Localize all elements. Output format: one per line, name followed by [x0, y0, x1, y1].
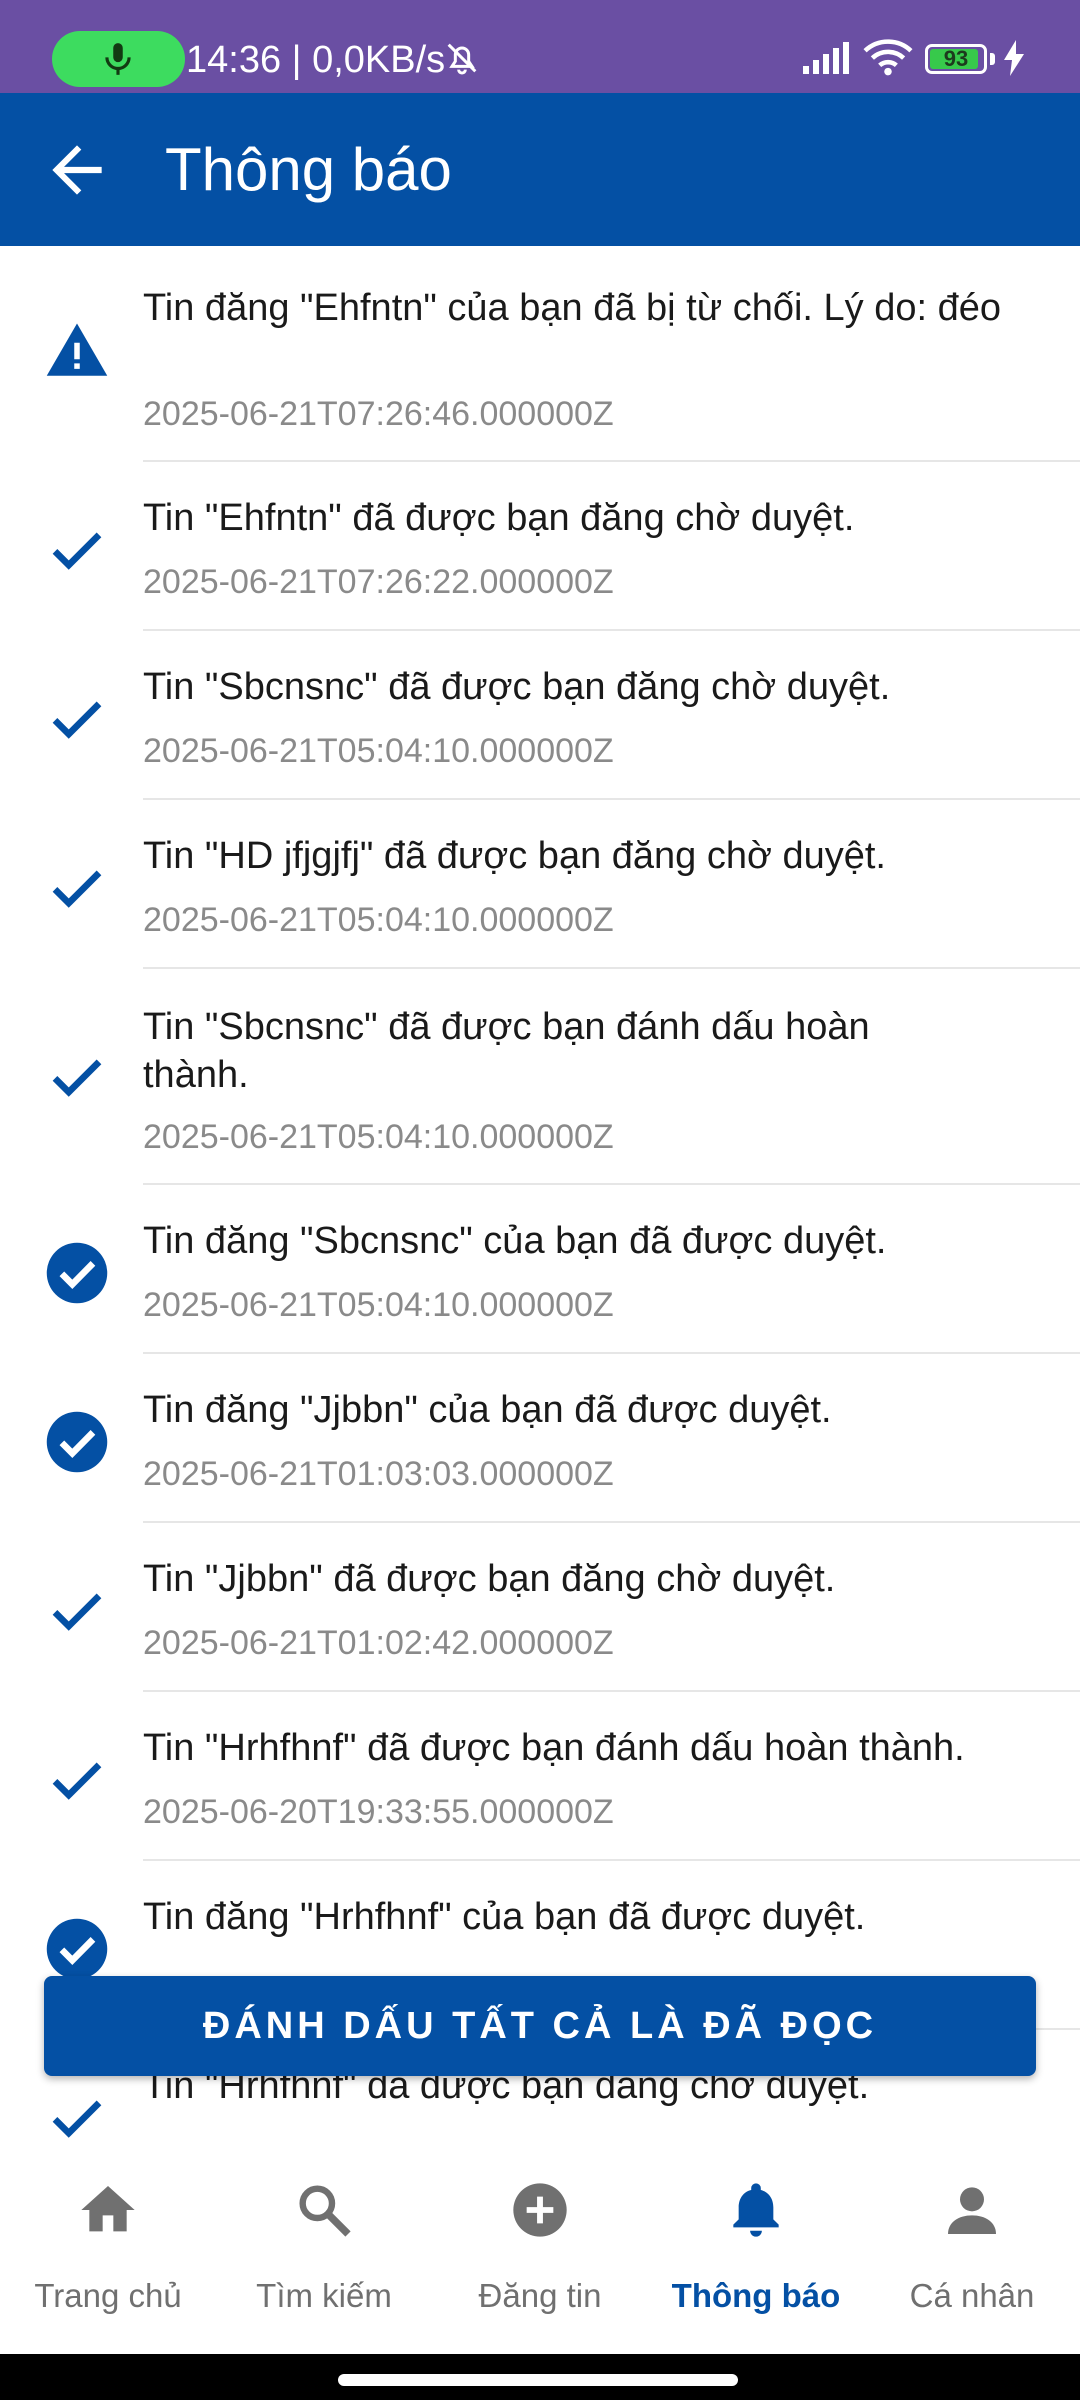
home-icon [76, 2178, 140, 2242]
notification-time: 2025-06-21T07:26:46.000000Z [143, 395, 614, 433]
check-circle-icon [44, 1409, 110, 1475]
person-icon [940, 2178, 1004, 2242]
nav-item-notifications[interactable]: Thông báo [648, 2156, 864, 2354]
notification-message: Tin "Jjbbn" đã được bạn đăng chờ duyệt. [143, 1558, 836, 1600]
check-icon [44, 686, 110, 752]
status-time-speed: 14:36 | 0,0KB/s [186, 39, 446, 81]
wifi-icon [863, 39, 913, 76]
check-icon [44, 855, 110, 921]
arrow-back-icon [52, 145, 102, 195]
nav-label: Trang chủ [34, 2277, 182, 2314]
nav-label: Tìm kiếm [256, 2277, 392, 2314]
battery-tip [990, 53, 995, 65]
bell-icon [724, 2178, 788, 2242]
notification-time: 2025-06-21T05:04:10.000000Z [143, 1118, 614, 1156]
notification-item[interactable]: Tin đăng "Jjbbn" của bạn đã được duyệt. … [0, 1354, 1080, 1523]
nav-item-home[interactable]: Trang chủ [0, 2156, 216, 2354]
notification-message: Tin đăng "Sbcnsnc" của bạn đã được duyệt… [143, 1220, 887, 1262]
notification-message: Tin "Hrhfhnf" đã được bạn đánh dấu hoàn … [143, 1727, 965, 1769]
notification-item[interactable]: Tin "Sbcnsnc" đã được bạn đăng chờ duyệt… [0, 631, 1080, 800]
notification-message: Tin đăng "Ehfntn" của bạn đã bị từ chối.… [143, 287, 1002, 329]
battery-level: 93 [943, 46, 969, 71]
add-circle-icon [508, 2178, 572, 2242]
home-indicator[interactable] [338, 2374, 738, 2386]
check-icon [44, 2085, 110, 2151]
notification-message: Tin "Sbcnsnc" đã được bạn đánh dấu hoàn … [143, 1006, 870, 1096]
bell-off-icon [447, 43, 477, 75]
notification-time: 2025-06-21T05:04:10.000000Z [143, 732, 614, 770]
notification-message: Tin "Sbcnsnc" đã được bạn đăng chờ duyệt… [143, 666, 891, 708]
notification-item[interactable]: Tin "Jjbbn" đã được bạn đăng chờ duyệt. … [0, 1523, 1080, 1692]
notification-message: Tin đăng "Jjbbn" của bạn đã được duyệt. [143, 1389, 832, 1431]
check-circle-icon [44, 1240, 110, 1306]
notification-item[interactable]: Tin "HD jfjgjfj" đã được bạn đăng chờ du… [0, 800, 1080, 969]
nav-label: Thông báo [671, 2277, 841, 2314]
check-circle-icon [44, 1916, 110, 1982]
signal-icon [803, 42, 849, 74]
check-icon [44, 517, 110, 583]
notification-list: Tin đăng "Ehfntn" của bạn đã bị từ chối.… [0, 246, 1080, 2199]
battery-icon: 93 [925, 44, 987, 74]
app-bar: Thông báo [0, 93, 1080, 246]
nav-label: Đăng tin [478, 2277, 602, 2314]
check-icon [44, 1747, 110, 1813]
bottom-navigation: Trang chủ Tìm kiếm Đăng tin Thông báo Cá… [0, 2156, 1080, 2354]
notification-item[interactable]: Tin đăng "Ehfntn" của bạn đã bị từ chối.… [0, 246, 1080, 462]
notification-message: Tin đăng "Hrhfhnf" của bạn đã được duyệt… [143, 1896, 866, 1938]
mic-icon [105, 43, 131, 75]
notification-time: 2025-06-21T05:04:10.000000Z [143, 901, 614, 939]
status-bar: 14:36 | 0,0KB/s 93 [0, 0, 1080, 93]
page-title: Thông báo [165, 136, 452, 203]
check-icon [44, 1044, 110, 1110]
notification-item[interactable]: Tin "Hrhfhnf" đã được bạn đánh dấu hoàn … [0, 1692, 1080, 1861]
notification-message: Tin "Ehfntn" đã được bạn đăng chờ duyệt. [143, 497, 855, 539]
nav-item-search[interactable]: Tìm kiếm [216, 2156, 432, 2354]
nav-label: Cá nhân [909, 2277, 1035, 2314]
notification-item[interactable]: Tin "Ehfntn" đã được bạn đăng chờ duyệt.… [0, 462, 1080, 631]
warning-icon [44, 318, 110, 384]
back-button[interactable] [40, 133, 114, 207]
nav-item-profile[interactable]: Cá nhân [864, 2156, 1080, 2354]
notification-time: 2025-06-21T05:04:10.000000Z [143, 1286, 614, 1324]
notification-item[interactable]: Tin "Sbcnsnc" đã được bạn đánh dấu hoàn … [0, 969, 1080, 1185]
check-icon [44, 1578, 110, 1644]
notification-item[interactable]: Tin đăng "Sbcnsnc" của bạn đã được duyệt… [0, 1185, 1080, 1354]
gesture-bar [0, 2354, 1080, 2400]
notification-time: 2025-06-21T01:03:03.000000Z [143, 1455, 614, 1493]
notification-time: 2025-06-20T19:33:55.000000Z [143, 1793, 614, 1831]
charging-icon [1004, 40, 1024, 76]
search-icon [292, 2178, 356, 2242]
mic-indicator[interactable] [52, 31, 185, 87]
notification-time: 2025-06-21T07:26:22.000000Z [143, 563, 614, 601]
mark-all-read-button[interactable]: ĐÁNH DẤU TẤT CẢ LÀ ĐÃ ĐỌC [44, 1976, 1036, 2076]
notification-time: 2025-06-21T01:02:42.000000Z [143, 1624, 614, 1662]
notification-message: Tin "HD jfjgjfj" đã được bạn đăng chờ du… [143, 835, 886, 877]
nav-item-post[interactable]: Đăng tin [432, 2156, 648, 2354]
